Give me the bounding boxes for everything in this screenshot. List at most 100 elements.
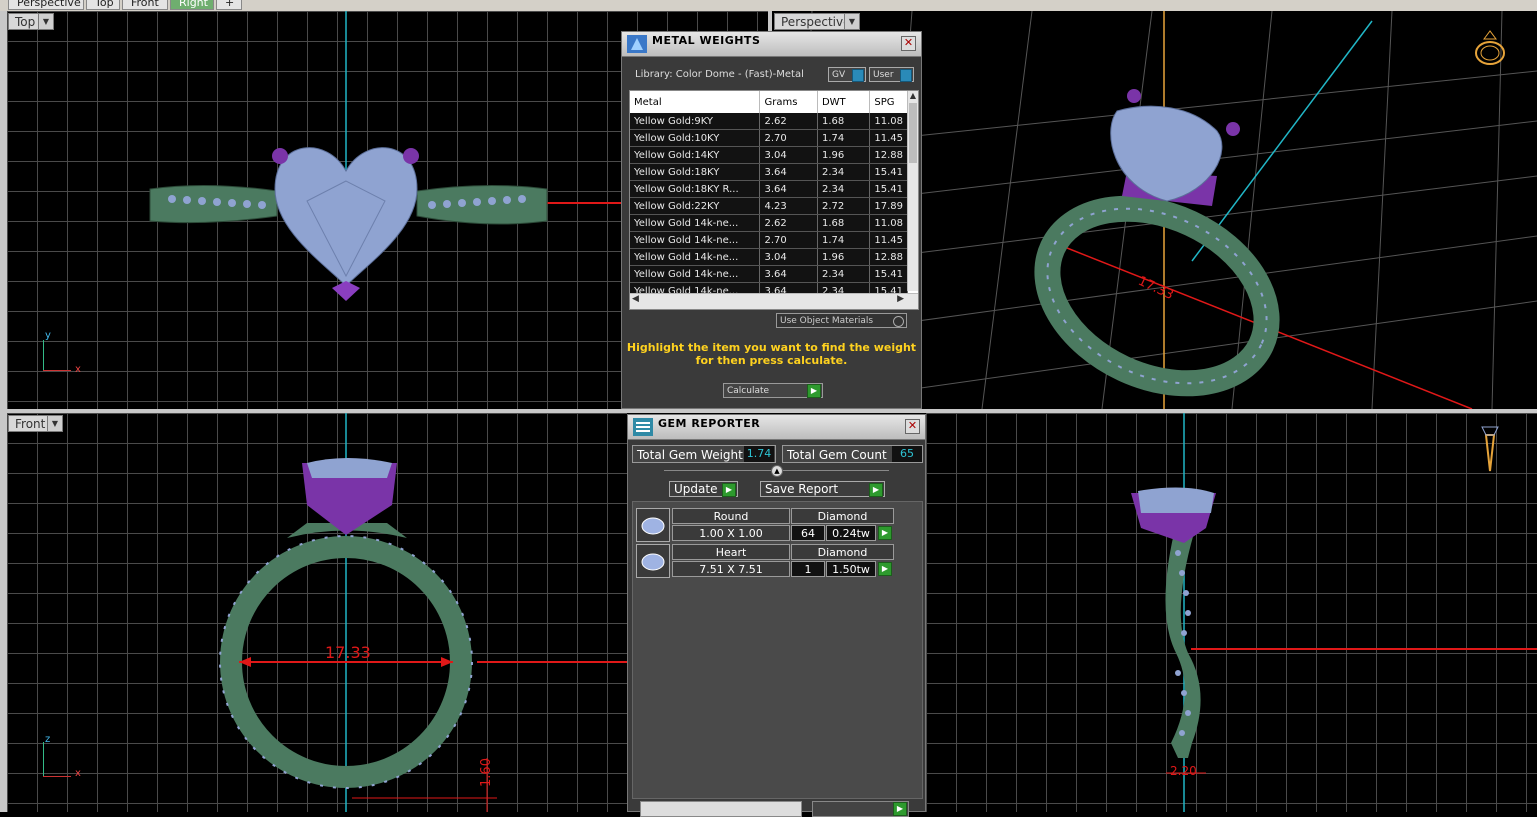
gem-reporter-icon bbox=[633, 418, 653, 436]
metal-row[interactable]: Yellow Gold:14KY 3.04 1.96 12.88 bbox=[630, 146, 908, 164]
axis-label-y: y bbox=[45, 330, 51, 341]
metal-name: Yellow Gold 14k-ne... bbox=[630, 231, 761, 249]
chevron-down-icon[interactable]: ▼ bbox=[47, 416, 62, 431]
hint-line: Highlight the item you want to find the … bbox=[626, 341, 917, 354]
gem-size: 7.51 X 7.51 bbox=[672, 561, 790, 577]
metal-row[interactable]: Yellow Gold:18KY 3.64 2.34 15.41 bbox=[630, 163, 908, 181]
metal-row[interactable]: Yellow Gold 14k-ne... 3.64 2.34 15.41 bbox=[630, 265, 908, 283]
update-button[interactable]: Update ▶ bbox=[669, 481, 738, 497]
metal-table: Metal Grams DWT SPG Yellow Gold:9KY 2.62 1… bbox=[630, 91, 908, 300]
dwt-value: 1.68 bbox=[817, 214, 871, 232]
column-header[interactable]: DWT bbox=[817, 91, 871, 113]
gem-type: Diamond bbox=[791, 508, 894, 524]
column-header[interactable]: SPG bbox=[869, 91, 908, 113]
dwt-value: 2.72 bbox=[817, 197, 871, 215]
gem-count: 1 bbox=[791, 561, 825, 577]
vertical-scrollbar[interactable]: ▲ bbox=[907, 91, 918, 291]
spg-value: 11.45 bbox=[869, 231, 908, 249]
dwt-value: 2.34 bbox=[817, 180, 871, 198]
tab-front[interactable]: Front bbox=[122, 0, 168, 10]
gem-detail-button[interactable]: ▶ bbox=[878, 562, 892, 576]
metal-row[interactable]: Yellow Gold:18KY R... 3.64 2.34 15.41 bbox=[630, 180, 908, 198]
metal-name: Yellow Gold:22KY bbox=[630, 197, 761, 215]
grams-value: 4.23 bbox=[759, 197, 818, 215]
tab-top[interactable]: Top bbox=[86, 0, 120, 10]
metal-row[interactable]: Yellow Gold:10KY 2.70 1.74 11.45 bbox=[630, 129, 908, 147]
user-toggle[interactable]: User bbox=[869, 67, 914, 82]
add-tab-icon[interactable]: + bbox=[216, 0, 242, 10]
viewport-label-top[interactable]: Top ▼ bbox=[8, 13, 54, 30]
tab-perspective[interactable]: Perspective bbox=[8, 0, 84, 10]
metal-row[interactable]: Yellow Gold 14k-ne... 3.04 1.96 12.88 bbox=[630, 248, 908, 266]
gem-size: 1.00 X 1.00 bbox=[672, 525, 790, 541]
viewport-label-front[interactable]: Front ▼ bbox=[8, 415, 63, 432]
ring-nav-icon[interactable] bbox=[1478, 423, 1502, 475]
grams-value: 3.64 bbox=[759, 265, 818, 283]
metal-name: Yellow Gold:14KY bbox=[630, 146, 761, 164]
viewport-label-perspective[interactable]: Perspective ▼ bbox=[774, 13, 860, 30]
gem-weight: 1.50tw bbox=[826, 561, 876, 577]
options-dropdown[interactable]: ▶ bbox=[812, 801, 909, 817]
metal-row[interactable]: Yellow Gold 14k-ne... 2.62 1.68 11.08 bbox=[630, 214, 908, 232]
metal-row[interactable]: Yellow Gold 14k-ne... 2.70 1.74 11.45 bbox=[630, 231, 908, 249]
grams-value: 2.70 bbox=[759, 231, 818, 249]
gem-detail-button[interactable]: ▶ bbox=[878, 526, 892, 540]
update-label: Update bbox=[674, 482, 718, 496]
chevron-right-icon[interactable]: ▶ bbox=[897, 294, 904, 304]
grams-value: 2.62 bbox=[759, 214, 818, 232]
calculate-label: Calculate bbox=[727, 386, 770, 396]
metal-row[interactable]: Yellow Gold:22KY 4.23 2.72 17.89 bbox=[630, 197, 908, 215]
play-icon: ▶ bbox=[807, 384, 821, 398]
dwt-value: 1.74 bbox=[817, 231, 871, 249]
metal-name: Yellow Gold:18KY bbox=[630, 163, 761, 181]
chevron-down-icon[interactable]: ▼ bbox=[38, 14, 53, 29]
front-view-model bbox=[219, 413, 627, 812]
gem-row[interactable]: Round Diamond 1.00 X 1.00 64 0.24tw ▶ bbox=[636, 508, 894, 542]
column-header[interactable]: Grams bbox=[759, 91, 818, 113]
column-header[interactable]: Metal bbox=[630, 91, 761, 113]
use-object-materials-toggle[interactable]: Use Object Materials bbox=[776, 313, 907, 328]
panel-title-bar[interactable]: GEM REPORTER ✕ bbox=[628, 415, 925, 440]
gv-label: GV bbox=[832, 70, 846, 80]
calculate-button[interactable]: Calculate ▶ bbox=[723, 383, 823, 398]
chevron-down-icon[interactable]: ▼ bbox=[844, 14, 859, 29]
metal-name: Yellow Gold:9KY bbox=[630, 113, 761, 130]
collapse-handle-icon[interactable]: ▲ bbox=[771, 465, 783, 477]
scroll-thumb[interactable] bbox=[909, 103, 917, 163]
chevron-up-icon[interactable]: ▲ bbox=[908, 91, 918, 103]
viewport-right[interactable]: 2.20 bbox=[926, 413, 1537, 812]
gem-weight: 0.24tw bbox=[826, 525, 876, 541]
gem-shape-icon bbox=[636, 508, 670, 542]
close-icon[interactable]: ✕ bbox=[901, 36, 916, 51]
spg-value: 15.41 bbox=[869, 265, 908, 283]
total-gem-weight-label: Total Gem Weight bbox=[637, 448, 743, 462]
chevron-left-icon[interactable]: ◀ bbox=[632, 294, 639, 304]
gem-shape: Heart bbox=[672, 544, 790, 560]
total-gem-count-label: Total Gem Count bbox=[787, 448, 887, 462]
dimension-dropdown[interactable] bbox=[640, 801, 802, 817]
axis-label-x: x bbox=[75, 768, 81, 779]
grams-value: 3.64 bbox=[759, 163, 818, 181]
close-icon[interactable]: ✕ bbox=[905, 419, 920, 434]
total-gem-count-value: 65 bbox=[892, 446, 922, 462]
horizontal-scrollbar[interactable]: ◀ ▶ bbox=[630, 293, 918, 309]
dimension-label: 2.20 bbox=[1170, 764, 1197, 778]
play-icon: ▶ bbox=[869, 483, 883, 497]
spg-value: 11.08 bbox=[869, 214, 908, 232]
tab-right[interactable]: Right bbox=[170, 0, 214, 10]
metal-list[interactable]: Metal Grams DWT SPG Yellow Gold:9KY 2.62 1… bbox=[629, 90, 919, 310]
user-label: User bbox=[873, 70, 894, 80]
gem-row[interactable]: Heart Diamond 7.51 X 7.51 1 1.50tw ▶ bbox=[636, 544, 894, 578]
gv-toggle[interactable]: GV bbox=[828, 67, 866, 82]
dimension-label-small: 1.60 bbox=[478, 758, 494, 787]
save-report-button[interactable]: Save Report ▶ bbox=[760, 481, 885, 497]
save-report-label: Save Report bbox=[765, 482, 839, 496]
viewport-tab-strip: Perspective Top Front Right + bbox=[0, 0, 1537, 11]
spg-value: 17.89 bbox=[869, 197, 908, 215]
metal-name: Yellow Gold:18KY R... bbox=[630, 180, 761, 198]
spg-value: 11.45 bbox=[869, 129, 908, 147]
ring-nav-icon[interactable] bbox=[1472, 29, 1508, 71]
panel-title-bar[interactable]: METAL WEIGHTS ✕ bbox=[622, 32, 921, 57]
viewport-front[interactable]: 17.33 1.60 Front ▼ z x bbox=[7, 413, 627, 812]
metal-row[interactable]: Yellow Gold:9KY 2.62 1.68 11.08 bbox=[630, 113, 908, 130]
